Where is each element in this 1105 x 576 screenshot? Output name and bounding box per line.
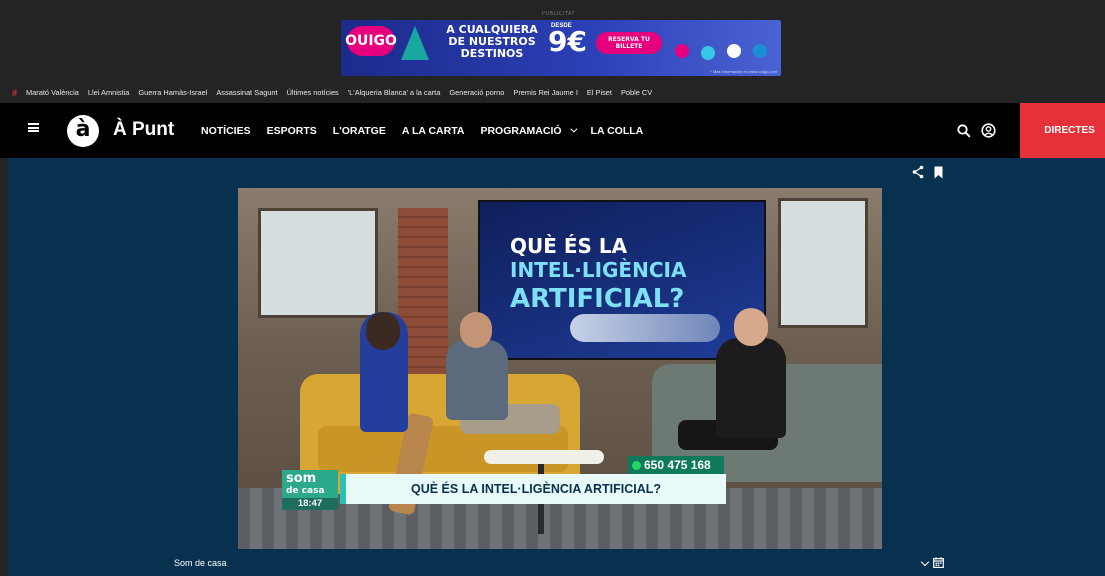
christmas-tree-icon	[401, 26, 429, 60]
screen-title-line1: QUÈ ÉS LA	[510, 234, 628, 258]
ad-brand-logo: OUIGO	[345, 26, 397, 56]
ad-fineprint: * Más información en www.ouigo.com	[710, 69, 777, 74]
nav-item-programacio-label: PROGRAMACIÓ	[480, 124, 562, 137]
site-logo[interactable]: à	[67, 115, 99, 147]
screen-title-line3: ARTIFICIAL?	[510, 284, 685, 314]
coffee-table	[484, 450, 604, 464]
ad-decoration	[671, 26, 775, 62]
show-logo-line1: som	[286, 471, 317, 486]
host-head	[366, 312, 400, 350]
topic-link[interactable]: El Piset	[587, 88, 612, 97]
trending-topics-bar: # Marató València Llei Amnistia Guerra H…	[0, 82, 1105, 103]
guest2-head	[734, 308, 768, 346]
chevron-down-icon	[569, 125, 577, 133]
nav-item-esports[interactable]: ESPORTS	[267, 125, 317, 137]
ad-zone: PUBLICITAT OUIGO A CUALQUIERA DE NUESTRO…	[0, 0, 1105, 82]
ad-cta-button[interactable]: RESERVA TU BILLETE	[596, 32, 662, 54]
main-menu: NOTÍCIES ESPORTS L'ORATGE A LA CARTA PRO…	[201, 103, 659, 158]
lower-third-caption: QUÈ ÉS LA INTEL·LIGÈNCIA ARTIFICIAL?	[340, 474, 726, 504]
nav-item-a-la-carta[interactable]: A LA CARTA	[402, 125, 465, 137]
robot-hand-image	[570, 314, 720, 342]
topic-link[interactable]: 'L'Alqueria Blanca' a la carta	[348, 88, 441, 97]
topic-link[interactable]: Llei Amnistia	[88, 88, 130, 97]
nav-item-la-colla[interactable]: LA COLLA	[591, 125, 644, 137]
search-icon[interactable]	[957, 124, 971, 138]
guest2	[716, 338, 786, 438]
whatsapp-icon	[632, 460, 641, 470]
studio-screen: QUÈ ÉS LA INTEL·LIGÈNCIA ARTIFICIAL?	[478, 200, 766, 360]
user-account-icon[interactable]	[981, 123, 996, 138]
hashtag-icon: #	[12, 87, 18, 98]
hamburger-menu-icon[interactable]	[28, 123, 39, 132]
topic-link[interactable]: Generació porno	[449, 88, 504, 97]
guest1-head	[460, 312, 492, 348]
topic-link[interactable]: Últimes notícies	[287, 88, 339, 97]
ad-banner[interactable]: OUIGO A CUALQUIERA DE NUESTROS DESTINOS …	[341, 20, 781, 76]
topic-link[interactable]: Guerra Hamàs-Israel	[138, 88, 207, 97]
broadcast-time: 18:47	[282, 498, 338, 510]
ad-headline: A CUALQUIERA DE NUESTROS DESTINOS	[446, 23, 538, 60]
nav-item-oratge[interactable]: L'ORATGE	[333, 125, 386, 137]
calendar-icon[interactable]	[933, 557, 944, 568]
topic-link[interactable]: Marató València	[26, 88, 79, 97]
phone-number: 650 475 168	[644, 458, 711, 472]
studio-window	[778, 198, 868, 328]
program-name[interactable]: Som de casa	[174, 558, 227, 568]
screen-title-line2: INTEL·LIGÈNCIA	[510, 258, 687, 282]
nav-item-programacio[interactable]: PROGRAMACIÓ	[480, 124, 577, 137]
ad-price: 9€	[548, 25, 587, 58]
ad-label: PUBLICITAT	[542, 11, 576, 17]
studio-window	[258, 208, 378, 318]
guest1	[446, 340, 508, 420]
show-logo-line2: de casa	[286, 486, 325, 496]
whatsapp-phone-tag: 650 475 168	[628, 456, 724, 474]
main-navbar: à À Punt NOTÍCIES ESPORTS L'ORATGE A LA …	[0, 103, 1105, 158]
topic-link[interactable]: Premis Rei Jaume I	[513, 88, 577, 97]
video-player[interactable]: QUÈ ÉS LA INTEL·LIGÈNCIA ARTIFICIAL? 650…	[238, 188, 882, 549]
bookmark-icon[interactable]	[934, 166, 943, 179]
directes-button[interactable]: DIRECTES	[1020, 103, 1105, 158]
topic-link[interactable]: Poble CV	[621, 88, 652, 97]
nav-item-noticies[interactable]: NOTÍCIES	[201, 125, 251, 137]
site-brand[interactable]: À Punt	[113, 119, 174, 141]
topic-link[interactable]: Assassinat Sagunt	[216, 88, 277, 97]
share-icon[interactable]	[912, 165, 924, 179]
